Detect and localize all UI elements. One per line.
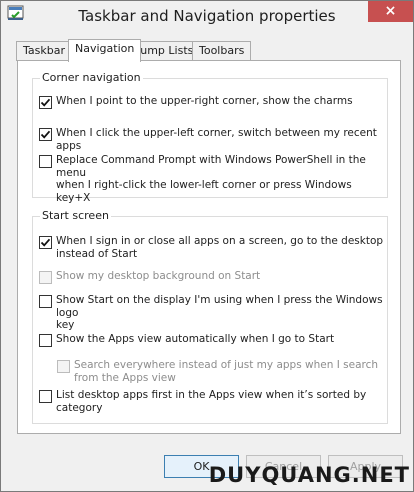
start-on-display-label-line1: Show Start on the display I'm using when… [56, 294, 383, 319]
check-icon [40, 238, 51, 247]
desktop-apps-first-label-line1: List desktop apps first in the Apps view… [56, 389, 367, 401]
desktop-background-label: Show my desktop background on Start [56, 270, 261, 282]
search-everywhere-label: Search everywhere instead of just my app… [74, 359, 378, 384]
tab-navigation[interactable]: Navigation [68, 39, 142, 62]
search-everywhere-label-line1: Search everywhere instead of just my app… [74, 359, 379, 371]
search-everywhere-option[interactable]: Search everywhere instead of just my app… [57, 359, 387, 384]
start-on-display-option[interactable]: Show Start on the display I'm using when… [39, 294, 389, 332]
go-to-desktop-checkbox[interactable] [39, 236, 52, 249]
watermark: DUYQUANG.NET [208, 463, 410, 487]
apps-view-checkbox[interactable] [39, 334, 52, 347]
start-on-display-label: Show Start on the display I'm using when… [56, 294, 389, 332]
title-bar[interactable]: Taskbar and Navigation properties × [1, 1, 413, 31]
check-icon [40, 98, 51, 107]
navigation-tab-panel: Corner navigation When I point to the up… [17, 60, 401, 434]
start-on-display-label-line2: key [56, 319, 75, 331]
properties-window: Taskbar and Navigation properties × Task… [0, 0, 414, 492]
powershell-label: Replace Command Prompt with Windows Powe… [56, 154, 389, 204]
window-title: Taskbar and Navigation properties [78, 7, 336, 25]
go-to-desktop-option[interactable]: When I sign in or close all apps on a sc… [39, 235, 389, 260]
close-icon: × [384, 3, 397, 19]
start-screen-legend: Start screen [40, 209, 111, 222]
desktop-background-checkbox[interactable] [39, 271, 52, 284]
desktop-apps-first-label: List desktop apps first in the Apps view… [56, 389, 366, 414]
tab-taskbar[interactable]: Taskbar [16, 41, 72, 61]
recent-apps-option[interactable]: When I click the upper-left corner, swit… [39, 127, 389, 152]
desktop-apps-first-label-line2: category [56, 401, 103, 414]
powershell-checkbox[interactable] [39, 155, 52, 168]
recent-apps-label: When I click the upper-left corner, swit… [56, 127, 377, 152]
tab-toolbars[interactable]: Toolbars [192, 41, 252, 61]
start-on-display-checkbox[interactable] [39, 295, 52, 308]
search-everywhere-label-line2: from the Apps view [74, 371, 176, 384]
check-icon [40, 130, 51, 139]
close-button[interactable]: × [368, 1, 413, 22]
charms-label: When I point to the upper-right corner, … [56, 95, 353, 107]
desktop-background-option[interactable]: Show my desktop background on Start [39, 270, 389, 284]
apps-view-option[interactable]: Show the Apps view automatically when I … [39, 333, 389, 347]
go-to-desktop-label: When I sign in or close all apps on a sc… [56, 235, 383, 260]
go-to-desktop-label-line2: instead of Start [56, 247, 138, 260]
charms-checkbox[interactable] [39, 96, 52, 109]
powershell-option[interactable]: Replace Command Prompt with Windows Powe… [39, 154, 389, 204]
corner-navigation-legend: Corner navigation [40, 71, 143, 84]
desktop-apps-first-checkbox[interactable] [39, 390, 52, 403]
apps-view-label: Show the Apps view automatically when I … [56, 333, 335, 345]
desktop-apps-first-option[interactable]: List desktop apps first in the Apps view… [39, 389, 389, 414]
go-to-desktop-label-line1: When I sign in or close all apps on a sc… [56, 235, 384, 247]
powershell-label-line1: Replace Command Prompt with Windows Powe… [56, 154, 366, 179]
recent-apps-checkbox[interactable] [39, 128, 52, 141]
charms-option[interactable]: When I point to the upper-right corner, … [39, 95, 389, 109]
search-everywhere-checkbox[interactable] [57, 360, 70, 373]
powershell-label-line2: when I right-click the lower-left corner… [56, 179, 352, 204]
